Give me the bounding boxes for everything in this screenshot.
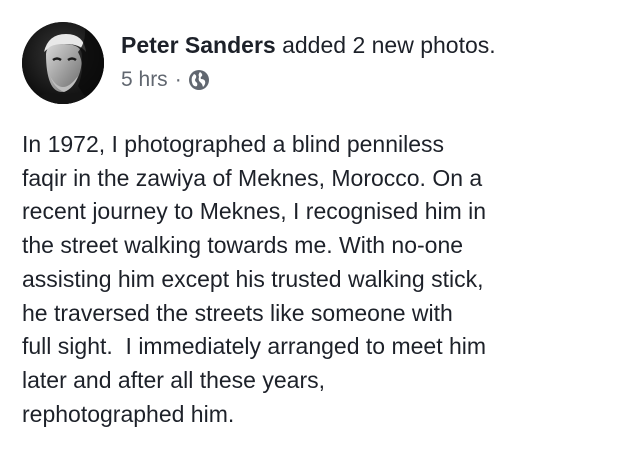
post-meta: 5 hrs · [121,66,210,94]
avatar[interactable] [22,22,104,104]
post-text-line: he traversed the streets like someone wi… [22,299,453,326]
globe-icon-svg [188,70,209,90]
post-text-line: later and after all these years, [22,366,325,393]
facebook-post: Peter Sanders added 2 new photos. 5 hrs … [0,0,638,469]
post-text-line: In 1972, I photographed a blind penniles… [22,131,444,157]
author-name-link[interactable]: Peter Sanders [121,32,276,58]
post-text-line: full sight. I immediately arranged to me… [22,333,487,360]
post-text-line: recent journey to Meknes, I recognised h… [22,198,487,225]
globe-icon[interactable] [188,69,210,91]
post-text-line: rephotographed him. [22,400,235,427]
post-body-text: In 1972, I photographed a blind penniles… [22,128,622,431]
profile-photo-icon [22,22,104,104]
post-text-line: the street walking towards me. With no-o… [22,232,464,259]
post-text-line: assisting him except his trusted walking… [22,265,484,292]
meta-separator: · [174,68,182,91]
timestamp-link[interactable]: 5 hrs [121,66,168,94]
post-text-line: faqir in the zawiya of Meknes, Morocco. … [22,164,483,191]
post-header: Peter Sanders added 2 new photos. [121,30,496,60]
post-action-text: added 2 new photos. [282,32,496,58]
